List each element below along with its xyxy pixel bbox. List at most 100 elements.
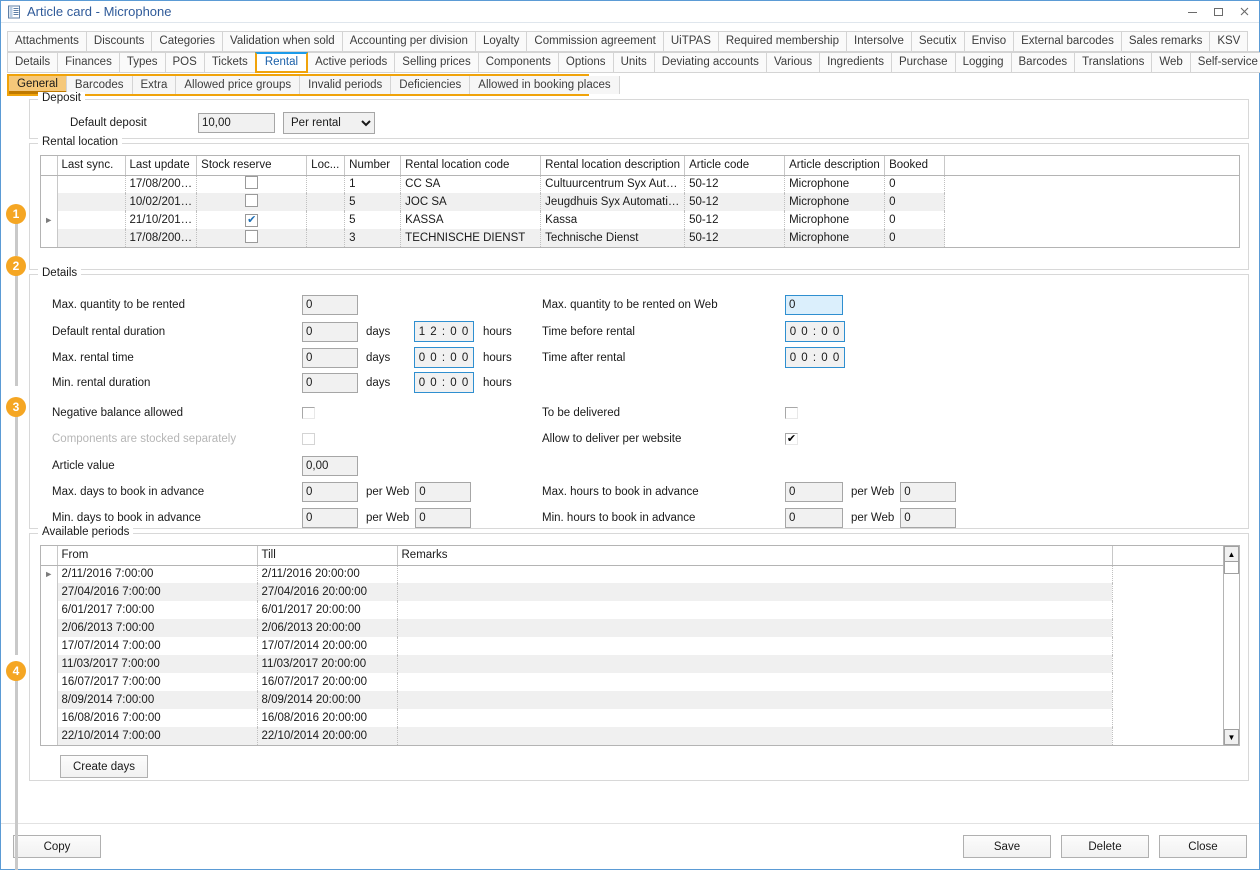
- tab-intersolve[interactable]: Intersolve: [847, 31, 912, 52]
- tab-purchase[interactable]: Purchase: [892, 52, 956, 73]
- tab-attachments[interactable]: Attachments: [7, 31, 87, 52]
- tab-various[interactable]: Various: [767, 52, 820, 73]
- stock-reserve-checkbox[interactable]: [245, 194, 258, 207]
- tab-selling-prices[interactable]: Selling prices: [395, 52, 478, 73]
- table-row[interactable]: 16/07/2017 7:00:0016/07/2017 20:00:00: [41, 673, 1223, 691]
- tab-finances[interactable]: Finances: [58, 52, 120, 73]
- table-row[interactable]: 17/07/2014 7:00:0017/07/2014 20:00:00: [41, 637, 1223, 655]
- table-row[interactable]: ►21/10/201…✔5KASSAKassa50-12Microphone0: [41, 211, 1239, 229]
- tab-active-periods[interactable]: Active periods: [308, 52, 395, 73]
- tab-ksv[interactable]: KSV: [1210, 31, 1248, 52]
- subtab-deficiencies[interactable]: Deficiencies: [391, 76, 470, 94]
- cell-stock-reserve[interactable]: [197, 175, 307, 193]
- tab-required-membership[interactable]: Required membership: [719, 31, 847, 52]
- cell-stock-reserve[interactable]: ✔: [197, 211, 307, 229]
- tab-ingredients[interactable]: Ingredients: [820, 52, 892, 73]
- tabstrip-secondary[interactable]: AttachmentsDiscountsCategoriesValidation…: [1, 31, 1259, 52]
- subtab-group[interactable]: GeneralBarcodesExtraAllowed price groups…: [7, 74, 589, 96]
- max-quantity-web-input[interactable]: [785, 295, 843, 315]
- column-header[interactable]: Article code: [685, 156, 785, 175]
- row-selector[interactable]: [41, 655, 57, 673]
- column-header[interactable]: Stock reserve: [197, 156, 307, 175]
- tab-enviso[interactable]: Enviso: [965, 31, 1015, 52]
- to-be-delivered-checkbox[interactable]: [785, 407, 798, 419]
- table-row[interactable]: 27/04/2016 7:00:0027/04/2016 20:00:00: [41, 583, 1223, 601]
- column-header[interactable]: Rental location code: [401, 156, 541, 175]
- tab-discounts[interactable]: Discounts: [87, 31, 153, 52]
- available-periods-scrollbar[interactable]: ▲ ▼: [1223, 545, 1240, 746]
- minimize-button[interactable]: [1179, 2, 1205, 22]
- column-header[interactable]: Till: [257, 546, 397, 565]
- table-row[interactable]: 11/03/2017 7:00:0011/03/2017 20:00:00: [41, 655, 1223, 673]
- max-days-per-web-input[interactable]: [415, 482, 471, 502]
- tab-web[interactable]: Web: [1152, 52, 1190, 73]
- time-after-rental-input[interactable]: 0 0 : 0 0: [785, 347, 845, 368]
- stock-reserve-checkbox[interactable]: ✔: [245, 214, 258, 227]
- tab-self-service-kiosk[interactable]: Self-service kiosk: [1191, 52, 1260, 73]
- tab-external-barcodes[interactable]: External barcodes: [1014, 31, 1122, 52]
- subtab-allowed-price-groups[interactable]: Allowed price groups: [176, 76, 300, 94]
- delete-button[interactable]: Delete: [1061, 835, 1149, 858]
- tab-loyalty[interactable]: Loyalty: [476, 31, 527, 52]
- copy-button[interactable]: Copy: [13, 835, 101, 858]
- available-periods-grid[interactable]: FromTillRemarks►2/11/2016 7:00:002/11/20…: [40, 545, 1223, 746]
- column-header[interactable]: From: [57, 546, 257, 565]
- table-row[interactable]: 8/09/2014 7:00:008/09/2014 20:00:00: [41, 691, 1223, 709]
- max-quantity-input[interactable]: [302, 295, 358, 315]
- max-hours-advance-input[interactable]: [785, 482, 843, 502]
- save-button[interactable]: Save: [963, 835, 1051, 858]
- min-hours-per-web-input[interactable]: [900, 508, 956, 528]
- row-selector[interactable]: ►: [41, 565, 57, 583]
- close-button[interactable]: [1231, 2, 1257, 22]
- tab-uitpas[interactable]: UiTPAS: [664, 31, 719, 52]
- rental-location-grid[interactable]: Last sync.Last updateStock reserveLoc...…: [40, 155, 1240, 248]
- subtab-extra[interactable]: Extra: [133, 76, 177, 94]
- table-row[interactable]: 6/01/2017 7:00:006/01/2017 20:00:00: [41, 601, 1223, 619]
- subtab-invalid-periods[interactable]: Invalid periods: [300, 76, 391, 94]
- table-row[interactable]: ►2/11/2016 7:00:002/11/2016 20:00:00: [41, 565, 1223, 583]
- max-days-advance-input[interactable]: [302, 482, 358, 502]
- tab-translations[interactable]: Translations: [1075, 52, 1152, 73]
- table-row[interactable]: 17/08/200…1CC SACultuurcentrum Syx Aut…5…: [41, 175, 1239, 193]
- tab-logging[interactable]: Logging: [956, 52, 1012, 73]
- table-row[interactable]: 17/08/200…3TECHNISCHE DIENSTTechnische D…: [41, 229, 1239, 247]
- scroll-down-arrow[interactable]: ▼: [1224, 729, 1239, 745]
- tab-secutix[interactable]: Secutix: [912, 31, 965, 52]
- tab-components[interactable]: Components: [479, 52, 559, 73]
- maximize-button[interactable]: [1205, 2, 1231, 22]
- max-hours-per-web-input[interactable]: [900, 482, 956, 502]
- scroll-up-arrow[interactable]: ▲: [1224, 546, 1239, 562]
- column-header[interactable]: Booked: [885, 156, 945, 175]
- column-header[interactable]: Number: [345, 156, 401, 175]
- tabstrip-primary[interactable]: DetailsFinancesTypesPOSTicketsRentalActi…: [1, 52, 1259, 73]
- column-header[interactable]: Article description: [785, 156, 885, 175]
- table-row[interactable]: 22/10/2014 7:00:0022/10/2014 20:00:00: [41, 727, 1223, 745]
- stock-reserve-checkbox[interactable]: [245, 230, 258, 243]
- row-selector[interactable]: [41, 673, 57, 691]
- table-row[interactable]: 10/02/201…5JOC SAJeugdhuis Syx Automati……: [41, 193, 1239, 211]
- max-rental-time-days-input[interactable]: [302, 348, 358, 368]
- tab-sales-remarks[interactable]: Sales remarks: [1122, 31, 1211, 52]
- max-rental-time-hours-input[interactable]: 0 0 : 0 0: [414, 347, 474, 368]
- cell-stock-reserve[interactable]: [197, 193, 307, 211]
- default-deposit-input[interactable]: [198, 113, 275, 133]
- tab-types[interactable]: Types: [120, 52, 166, 73]
- tab-rental[interactable]: Rental: [255, 52, 308, 73]
- tab-pos[interactable]: POS: [166, 52, 205, 73]
- default-duration-days-input[interactable]: [302, 322, 358, 342]
- table-row[interactable]: 16/08/2016 7:00:0016/08/2016 20:00:00: [41, 709, 1223, 727]
- subtab-allowed-in-booking-places[interactable]: Allowed in booking places: [470, 76, 619, 94]
- close-dialog-button[interactable]: Close: [1159, 835, 1247, 858]
- tab-deviating-accounts[interactable]: Deviating accounts: [655, 52, 767, 73]
- scroll-track[interactable]: [1224, 574, 1239, 729]
- default-duration-hours-input[interactable]: 1 2 : 0 0: [414, 321, 474, 342]
- row-selector[interactable]: [41, 709, 57, 727]
- deposit-mode-select[interactable]: Per rental: [283, 112, 375, 134]
- row-selector[interactable]: [41, 619, 57, 637]
- tab-categories[interactable]: Categories: [152, 31, 223, 52]
- tab-commission-agreement[interactable]: Commission agreement: [527, 31, 663, 52]
- min-duration-days-input[interactable]: [302, 373, 358, 393]
- column-header[interactable]: Loc...: [307, 156, 345, 175]
- tab-details[interactable]: Details: [7, 52, 58, 73]
- row-selector[interactable]: [41, 601, 57, 619]
